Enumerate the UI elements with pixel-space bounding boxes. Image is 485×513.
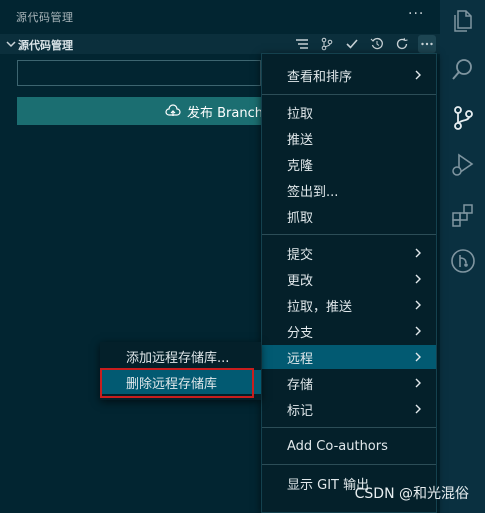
cloud-upload-icon bbox=[165, 104, 181, 116]
discard-history-icon[interactable] bbox=[368, 35, 386, 53]
branch-commit-icon[interactable] bbox=[318, 35, 336, 53]
menu-separator bbox=[262, 464, 436, 465]
explorer-files-icon[interactable] bbox=[450, 8, 476, 34]
menu-item-add-remote[interactable]: 添加远程存储库... bbox=[100, 344, 261, 368]
panel-title: 源代码管理 bbox=[16, 11, 74, 24]
menu-separator bbox=[262, 234, 436, 235]
menu-item-view-sort[interactable]: 查看和排序 bbox=[262, 63, 436, 87]
section-toolbar bbox=[293, 35, 436, 53]
git-graph-icon[interactable] bbox=[450, 248, 476, 274]
menu-item-branch[interactable]: 分支 bbox=[262, 319, 436, 343]
commit-message-input[interactable] bbox=[17, 60, 261, 86]
search-icon[interactable] bbox=[450, 57, 476, 83]
panel-header: 源代码管理 ··· bbox=[0, 0, 440, 32]
chevron-right-icon bbox=[415, 300, 421, 310]
publish-branch-label: 发布 Branch bbox=[187, 105, 263, 121]
menu-item-add-co-authors[interactable]: Add Co-authors bbox=[262, 434, 436, 458]
publish-branch-button[interactable]: 发布 Branch bbox=[17, 97, 267, 125]
menu-item-tags[interactable]: 标记 bbox=[262, 397, 436, 421]
run-debug-icon[interactable] bbox=[450, 152, 476, 178]
menu-item-fetch[interactable]: 抓取 bbox=[262, 204, 436, 228]
menu-item-remote[interactable]: 远程 bbox=[262, 345, 436, 369]
view-as-tree-icon[interactable] bbox=[293, 35, 311, 53]
chevron-right-icon bbox=[415, 70, 421, 80]
menu-separator bbox=[262, 427, 436, 428]
commit-check-icon[interactable] bbox=[343, 35, 361, 53]
chevron-right-icon bbox=[415, 274, 421, 284]
chevron-right-icon bbox=[415, 378, 421, 388]
refresh-icon[interactable] bbox=[393, 35, 411, 53]
source-control-icon[interactable] bbox=[450, 105, 476, 131]
watermark: CSDN @和光混俗 bbox=[354, 486, 469, 502]
chevron-right-icon bbox=[415, 352, 421, 362]
section-header[interactable]: 源代码管理 bbox=[0, 34, 440, 54]
menu-item-checkout[interactable]: 签出到... bbox=[262, 178, 436, 202]
menu-item-stash[interactable]: 存储 bbox=[262, 371, 436, 395]
more-actions-icon[interactable] bbox=[418, 35, 436, 53]
extensions-icon[interactable] bbox=[450, 202, 476, 228]
chevron-right-icon bbox=[415, 404, 421, 414]
menu-item-commit[interactable]: 提交 bbox=[262, 241, 436, 265]
menu-item-pull-push[interactable]: 拉取，推送 bbox=[262, 293, 436, 317]
menu-item-pull[interactable]: 拉取 bbox=[262, 100, 436, 124]
menu-item-clone[interactable]: 克隆 bbox=[262, 152, 436, 176]
chevron-right-icon bbox=[415, 248, 421, 258]
menu-item-changes[interactable]: 更改 bbox=[262, 267, 436, 291]
menu-separator bbox=[262, 94, 436, 95]
chevron-right-icon bbox=[415, 326, 421, 336]
more-actions-icon[interactable]: ··· bbox=[408, 6, 424, 22]
menu-item-remove-remote[interactable]: 删除远程存储库 bbox=[100, 370, 261, 394]
remote-submenu: 添加远程存储库... 删除远程存储库 bbox=[100, 342, 261, 400]
menu-item-push[interactable]: 推送 bbox=[262, 126, 436, 150]
more-actions-menu: 查看和排序 拉取 推送 克隆 签出到... 抓取 提交 更改 拉取，推送 分支 … bbox=[261, 53, 437, 513]
section-title: 源代码管理 bbox=[18, 39, 73, 52]
chevron-down-icon[interactable] bbox=[4, 37, 18, 51]
